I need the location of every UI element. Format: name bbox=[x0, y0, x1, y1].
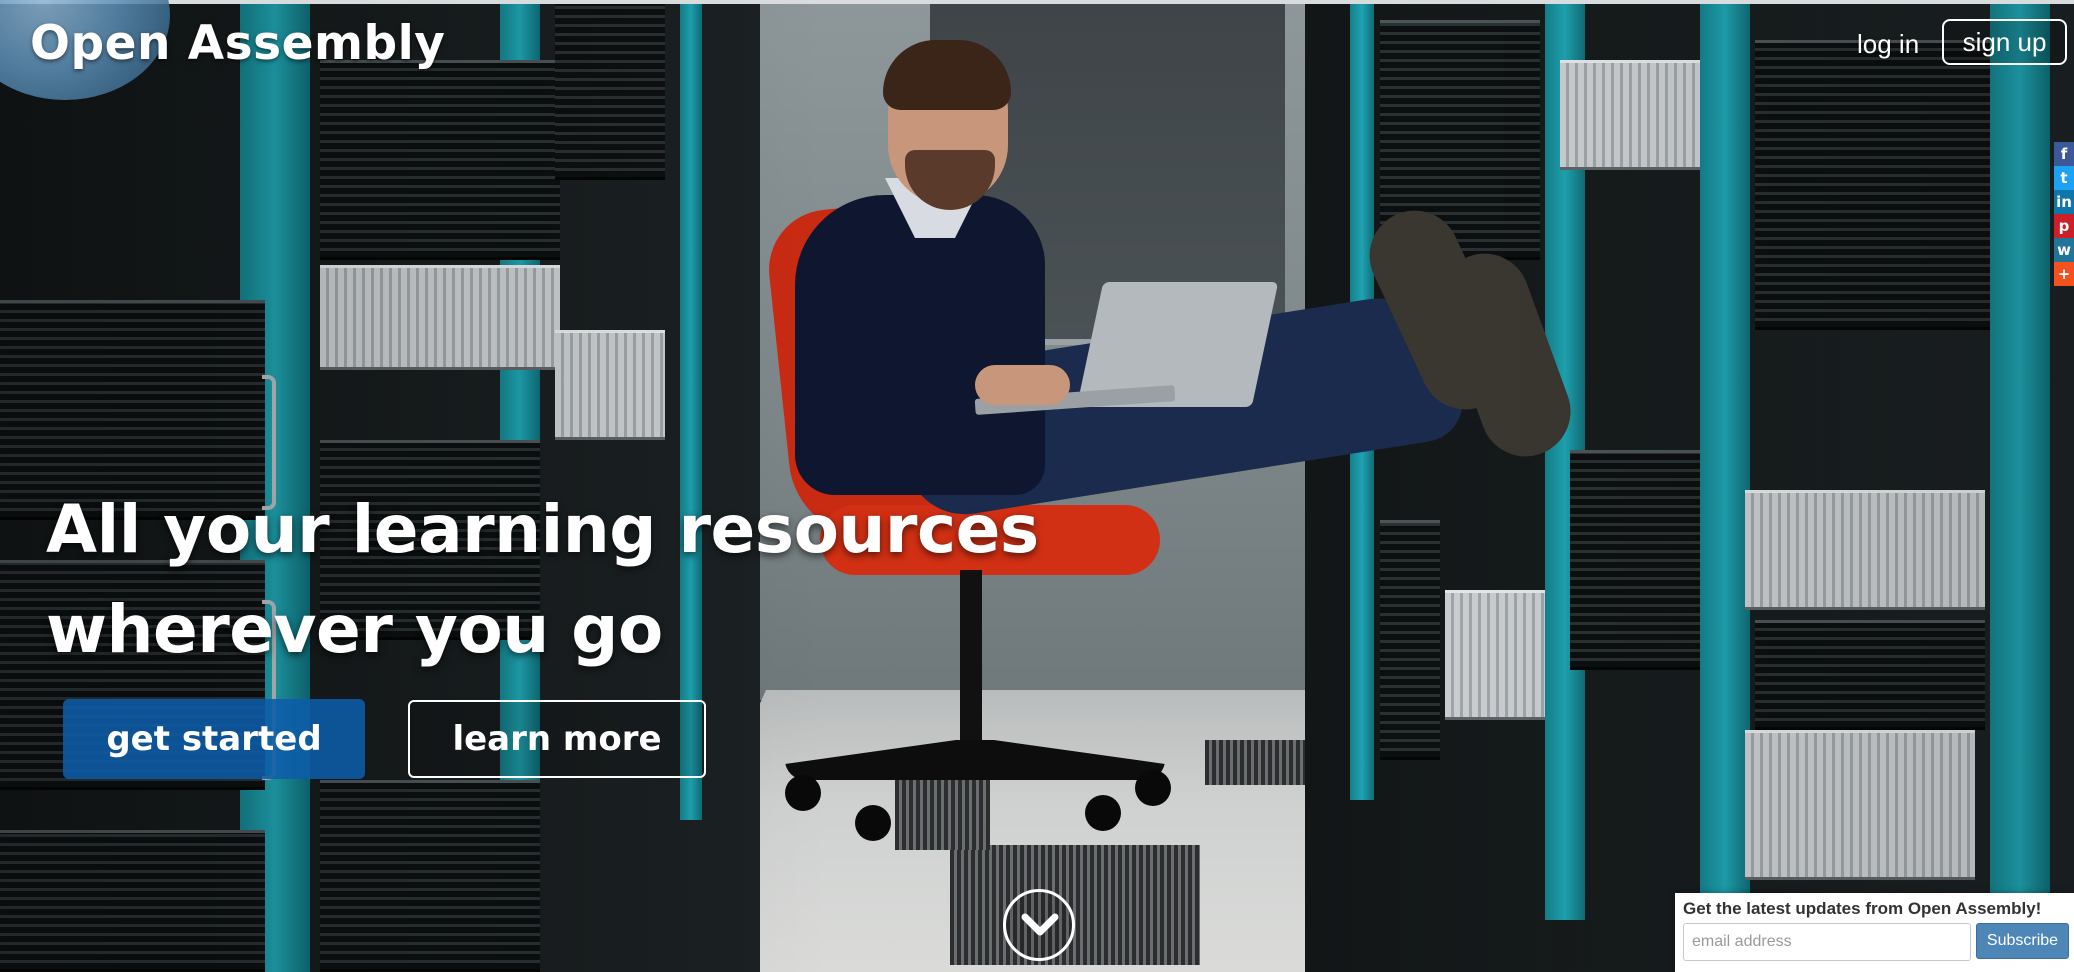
scroll-down-button[interactable] bbox=[1003, 889, 1075, 961]
pinterest-icon[interactable]: p bbox=[2054, 214, 2074, 238]
site-logo[interactable]: Open Assembly bbox=[30, 16, 445, 71]
signup-button[interactable]: sign up bbox=[1942, 19, 2067, 65]
subscribe-title: Get the latest updates from Open Assembl… bbox=[1683, 899, 2042, 918]
email-field[interactable] bbox=[1683, 923, 1971, 961]
twitter-icon[interactable]: t bbox=[2054, 166, 2074, 190]
share-bar: f t in p w + bbox=[2054, 142, 2074, 286]
wordpress-icon[interactable]: w bbox=[2054, 238, 2074, 262]
top-edge bbox=[0, 0, 2074, 4]
facebook-icon[interactable]: f bbox=[2054, 142, 2074, 166]
hero-headline-line1: All your learning resources bbox=[46, 491, 1039, 568]
subscribe-widget: Get the latest updates from Open Assembl… bbox=[1675, 893, 2074, 972]
subscribe-button[interactable]: Subscribe bbox=[1976, 923, 2069, 959]
hero-headline: All your learning resources wherever you… bbox=[46, 480, 1039, 680]
login-link[interactable]: log in bbox=[1845, 22, 1931, 66]
get-started-button[interactable]: get started bbox=[63, 699, 365, 779]
hero-headline-line2: wherever you go bbox=[46, 591, 663, 668]
linkedin-icon[interactable]: in bbox=[2054, 190, 2074, 214]
chevron-down-icon bbox=[1021, 913, 1059, 936]
more-share-icon[interactable]: + bbox=[2054, 262, 2074, 286]
learn-more-button[interactable]: learn more bbox=[408, 700, 706, 778]
